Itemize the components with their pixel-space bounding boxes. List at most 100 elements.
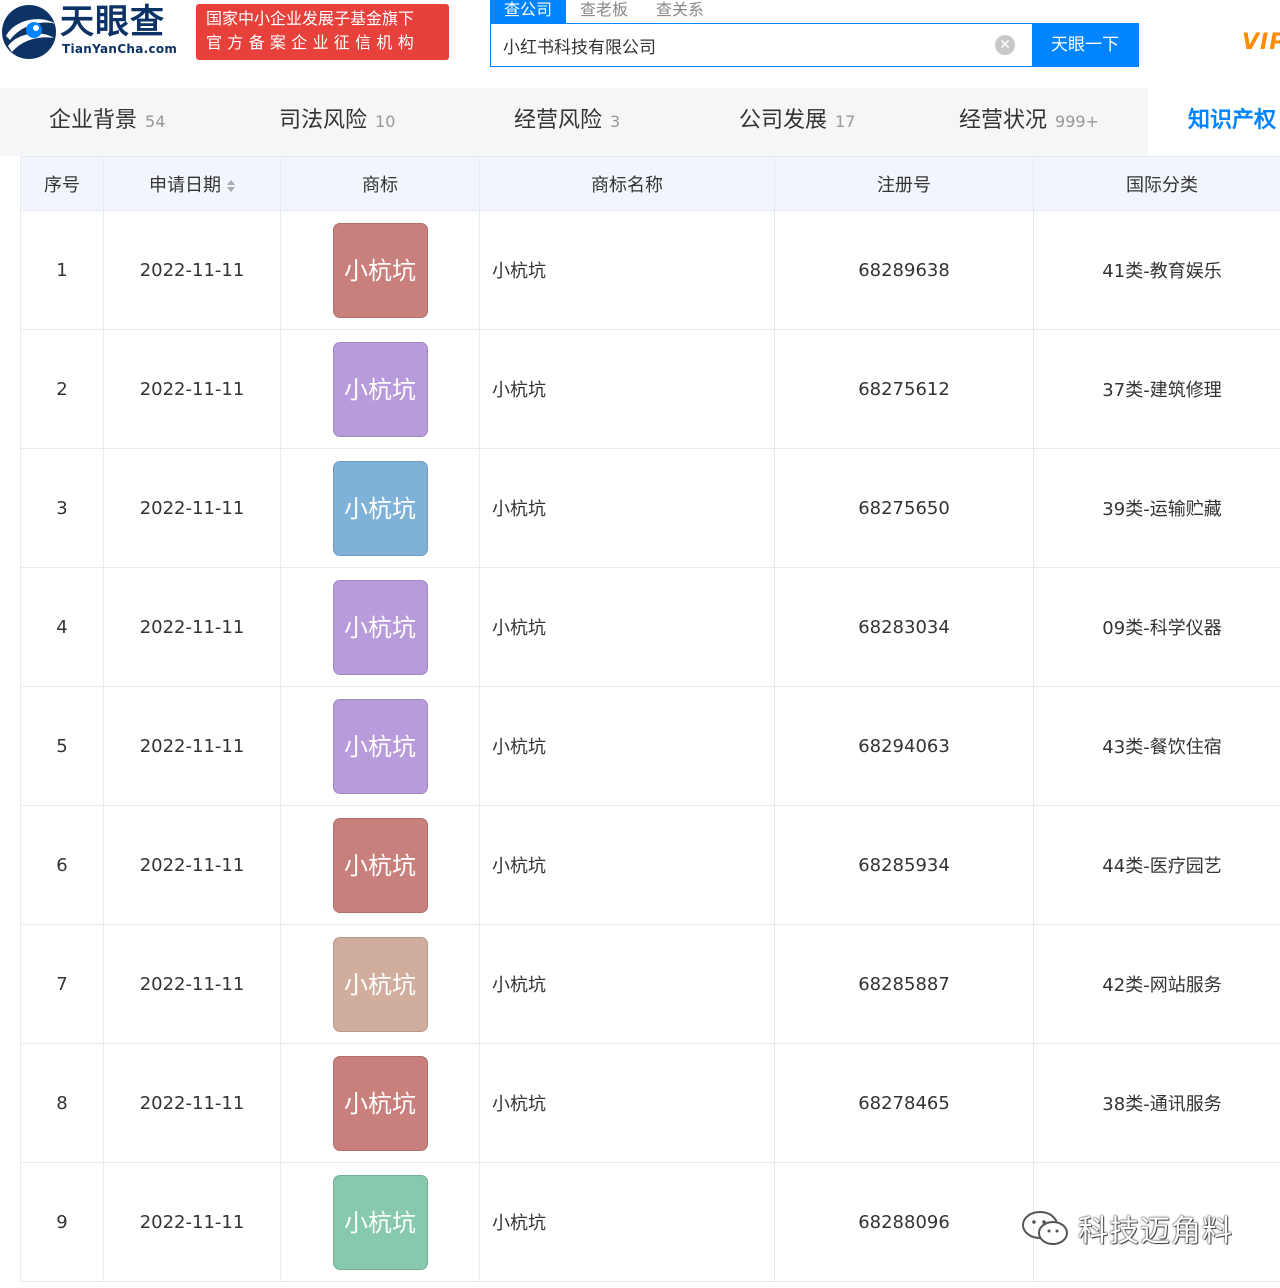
- cell-apply-date: 2022-11-11: [103, 448, 281, 568]
- table-row[interactable]: 2 2022-11-11 小杭坑 小杭坑 68275612 37类-建筑修理: [20, 329, 1280, 449]
- cell-index: 3: [20, 448, 104, 568]
- cell-trademark-name[interactable]: 小杭坑: [479, 210, 775, 330]
- badge-line-1: 国家中小企业发展子基金旗下: [206, 9, 415, 28]
- cell-reg-no: 68275612: [774, 329, 1034, 449]
- cell-trademark-name[interactable]: 小杭坑: [479, 1043, 775, 1163]
- cell-trademark-name[interactable]: 小杭坑: [479, 805, 775, 925]
- watermark: 科技迈角料: [1020, 1206, 1233, 1250]
- cell-index: 6: [20, 805, 104, 925]
- cell-intl-class: 44类-医疗园艺: [1033, 805, 1280, 925]
- trademark-table: 序号 申请日期 商标 商标名称 注册号 国际分类 1 2022-11-11 小杭坑小…: [20, 156, 1280, 1282]
- cell-apply-date: 2022-11-11: [103, 210, 281, 330]
- cell-index: 4: [20, 567, 104, 687]
- cell-trademark: 小杭坑: [280, 805, 480, 925]
- cell-reg-no: 68275650: [774, 448, 1034, 568]
- tab-count: 54: [145, 112, 166, 131]
- cell-trademark-name[interactable]: 小杭坑: [479, 686, 775, 806]
- cell-index: 5: [20, 686, 104, 806]
- search-input[interactable]: [491, 24, 1032, 66]
- tab-business-status[interactable]: 经营状况 999+: [959, 88, 1099, 156]
- logo-domain: TianYanCha.com: [62, 42, 178, 56]
- cell-reg-no: 68285887: [774, 924, 1034, 1044]
- col-intl-class: 国际分类: [1033, 156, 1280, 211]
- tab-label: 企业背景: [49, 108, 138, 133]
- table-row[interactable]: 5 2022-11-11 小杭坑 小杭坑 68294063 43类-餐饮住宿: [20, 686, 1280, 806]
- tab-count: 17: [835, 112, 856, 131]
- table-row[interactable]: 8 2022-11-11 小杭坑 小杭坑 68278465 38类-通讯服务: [20, 1043, 1280, 1163]
- tab-operation-risk[interactable]: 经营风险 3: [514, 88, 620, 156]
- col-trademark-name: 商标名称: [479, 156, 775, 211]
- trademark-image[interactable]: 小杭坑: [332, 1174, 428, 1270]
- logo[interactable]: 天眼查 TianYanCha.com: [0, 0, 190, 66]
- cell-apply-date: 2022-11-11: [103, 1162, 281, 1282]
- search-button[interactable]: 天眼一下: [1032, 24, 1138, 66]
- cell-intl-class: 37类-建筑修理: [1033, 329, 1280, 449]
- table-row[interactable]: 4 2022-11-11 小杭坑 小杭坑 68283034 09类-科学仪器: [20, 567, 1280, 687]
- cell-index: 9: [20, 1162, 104, 1282]
- tab-company-development[interactable]: 公司发展 17: [739, 88, 855, 156]
- table-row[interactable]: 7 2022-11-11 小杭坑 小杭坑 68285887 42类-网站服务: [20, 924, 1280, 1044]
- cell-trademark-name[interactable]: 小杭坑: [479, 567, 775, 687]
- tab-label: 知识产权: [1188, 108, 1277, 133]
- cell-reg-no: 68285934: [774, 805, 1034, 925]
- cell-intl-class: 09类-科学仪器: [1033, 567, 1280, 687]
- search-type-tabs: 查公司 查老板 查关系: [490, 0, 718, 24]
- col-reg-no: 注册号: [774, 156, 1034, 211]
- table-row[interactable]: 6 2022-11-11 小杭坑 小杭坑 68285934 44类-医疗园艺: [20, 805, 1280, 925]
- cell-trademark-name[interactable]: 小杭坑: [479, 329, 775, 449]
- trademark-image[interactable]: 小杭坑: [332, 222, 428, 318]
- cell-trademark: 小杭坑: [280, 924, 480, 1044]
- trademark-image[interactable]: 小杭坑: [332, 1055, 428, 1151]
- cell-apply-date: 2022-11-11: [103, 924, 281, 1044]
- trademark-image[interactable]: 小杭坑: [332, 936, 428, 1032]
- logo-text: 天眼查: [60, 2, 165, 42]
- cell-reg-no: 68288096: [774, 1162, 1034, 1282]
- trademark-image[interactable]: 小杭坑: [332, 341, 428, 437]
- cell-index: 8: [20, 1043, 104, 1163]
- tab-search-boss[interactable]: 查老板: [566, 0, 642, 24]
- trademark-table-wrap: 序号 申请日期 商标 商标名称 注册号 国际分类 1 2022-11-11 小杭坑小…: [20, 156, 1280, 1282]
- cell-trademark: 小杭坑: [280, 567, 480, 687]
- cell-trademark-name[interactable]: 小杭坑: [479, 924, 775, 1044]
- cell-reg-no: 68294063: [774, 686, 1034, 806]
- cell-index: 1: [20, 210, 104, 330]
- col-apply-date[interactable]: 申请日期: [103, 156, 281, 211]
- trademark-image[interactable]: 小杭坑: [332, 460, 428, 556]
- table-row[interactable]: 1 2022-11-11 小杭坑 小杭坑 68289638 41类-教育娱乐: [20, 210, 1280, 330]
- tab-search-relation[interactable]: 查关系: [642, 0, 718, 24]
- tab-intellectual-property[interactable]: 知识产权: [1148, 88, 1280, 156]
- cell-reg-no: 68278465: [774, 1043, 1034, 1163]
- clear-icon[interactable]: ✕: [995, 35, 1015, 55]
- cell-intl-class: 39类-运输贮藏: [1033, 448, 1280, 568]
- gov-badge: 国家中小企业发展子基金旗下 官方备案企业征信机构: [196, 4, 449, 60]
- col-trademark: 商标: [280, 156, 480, 211]
- table-row[interactable]: 3 2022-11-11 小杭坑 小杭坑 68275650 39类-运输贮藏: [20, 448, 1280, 568]
- tab-search-company[interactable]: 查公司: [490, 0, 567, 24]
- cell-trademark: 小杭坑: [280, 1162, 480, 1282]
- search-box: ✕ 天眼一下: [490, 23, 1139, 67]
- table-header-row: 序号 申请日期 商标 商标名称 注册号 国际分类: [20, 156, 1280, 211]
- badge-line-2: 官方备案企业征信机构: [206, 33, 420, 52]
- cell-apply-date: 2022-11-11: [103, 686, 281, 806]
- trademark-image[interactable]: 小杭坑: [332, 579, 428, 675]
- cell-trademark-name[interactable]: 小杭坑: [479, 1162, 775, 1282]
- cell-trademark-name[interactable]: 小杭坑: [479, 448, 775, 568]
- col-apply-date-label: 申请日期: [149, 174, 221, 196]
- cell-intl-class: 42类-网站服务: [1033, 924, 1280, 1044]
- trademark-image[interactable]: 小杭坑: [332, 817, 428, 913]
- cell-index: 2: [20, 329, 104, 449]
- tab-company-background[interactable]: 企业背景 54: [49, 88, 165, 156]
- cell-apply-date: 2022-11-11: [103, 329, 281, 449]
- sort-icon[interactable]: [227, 179, 235, 193]
- trademark-image[interactable]: 小杭坑: [332, 698, 428, 794]
- tab-count: 999+: [1055, 112, 1099, 131]
- cell-intl-class: 41类-教育娱乐: [1033, 210, 1280, 330]
- vip-link[interactable]: VIP: [1242, 30, 1280, 55]
- tab-label: 经营状况: [959, 108, 1048, 133]
- cell-trademark: 小杭坑: [280, 210, 480, 330]
- tab-judicial-risk[interactable]: 司法风险 10: [279, 88, 395, 156]
- cell-trademark: 小杭坑: [280, 329, 480, 449]
- cell-trademark: 小杭坑: [280, 686, 480, 806]
- cell-apply-date: 2022-11-11: [103, 805, 281, 925]
- cell-reg-no: 68283034: [774, 567, 1034, 687]
